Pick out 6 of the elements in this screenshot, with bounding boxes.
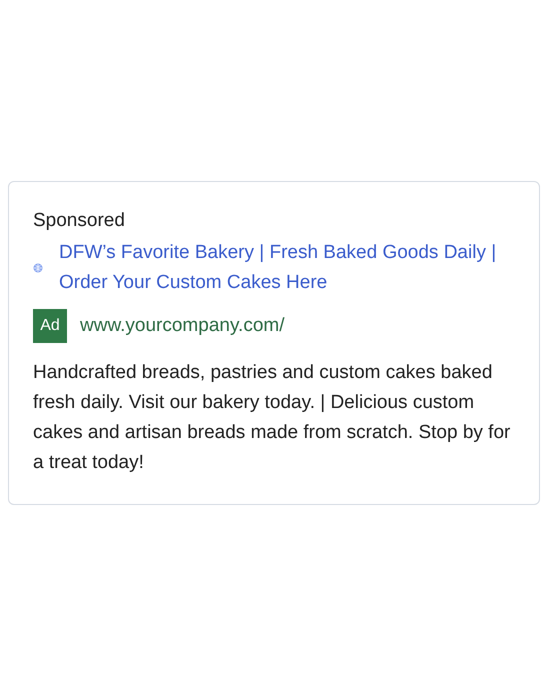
globe-icon [33, 263, 43, 273]
display-url: www.yourcompany.com/ [80, 314, 284, 338]
ad-badge: Ad [33, 309, 67, 343]
ad-description: Handcrafted breads, pastries and custom cakes baked fresh daily. Visit our bakery today. | Delicious custom cakes and artisan breads made from scratch. Stop by for a treat today! [33, 361, 512, 475]
sponsored-label: Sponsored [33, 209, 126, 233]
headline-link[interactable]: DFW’s Favorite Bakery | Fresh Baked Goods Daily | Order Your Custom Cakes Here [59, 238, 499, 298]
